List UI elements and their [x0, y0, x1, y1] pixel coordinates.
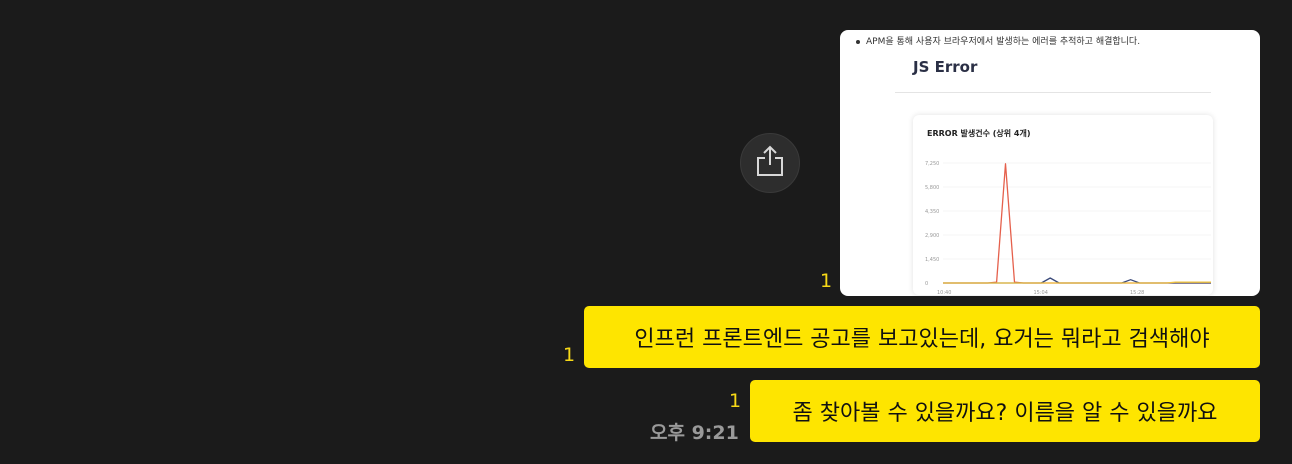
bullet-text: APM을 통해 사용자 브라우저에서 발생하는 에러를 추적하고 해결합니다.: [856, 34, 1140, 47]
y-tick-label: 1,450: [925, 257, 939, 263]
y-tick-label: 7,250: [925, 161, 939, 167]
message-bubble[interactable]: 좀 찾아볼 수 있을까요? 이름을 알 수 있을까요: [750, 380, 1260, 442]
image-read-count: 1: [820, 270, 833, 292]
bullet-text-label: APM을 통해 사용자 브라우저에서 발생하는 에러를 추적하고 해결합니다.: [866, 37, 1141, 47]
message-read-count: 1: [563, 344, 576, 366]
x-tick-label: 15:04: [1033, 290, 1047, 295]
y-tick-label: 0: [925, 281, 928, 287]
message-text: 인프런 프론트엔드 공고를 보고있는데, 요거는 뭐라고 검색해야: [634, 327, 1210, 352]
error-chart: 7,250 5,800 4,350 2,900 1,450 0 10:40 15:04 15:2…: [925, 161, 1211, 295]
section-title: JS Error: [913, 58, 978, 76]
x-tick-label: 15:28: [1130, 290, 1144, 295]
series-line: [943, 163, 1211, 284]
message-bubble[interactable]: 인프런 프론트엔드 공고를 보고있는데, 요거는 뭐라고 검색해야: [584, 306, 1260, 368]
shared-image[interactable]: APM을 통해 사용자 브라우저에서 발생하는 에러를 추적하고 해결합니다. …: [840, 30, 1260, 296]
x-tick-label: 10:40: [937, 290, 951, 295]
y-tick-label: 5,800: [925, 185, 939, 191]
share-icon: [755, 144, 785, 182]
divider: [895, 92, 1211, 93]
message-read-count: 1: [729, 390, 742, 412]
chart-card: ERROR 발생건수 (상위 4개) 7,250 5,800 4,350 2,900 1…: [913, 115, 1213, 295]
message-text: 좀 찾아볼 수 있을까요? 이름을 알 수 있을까요: [792, 401, 1218, 426]
y-tick-label: 2,900: [925, 233, 939, 239]
timestamp: 오후 9:21: [650, 422, 739, 444]
share-button[interactable]: [740, 133, 800, 193]
y-tick-label: 4,350: [925, 209, 939, 215]
series-line: [943, 281, 1211, 284]
bullet-dot: [856, 39, 860, 44]
